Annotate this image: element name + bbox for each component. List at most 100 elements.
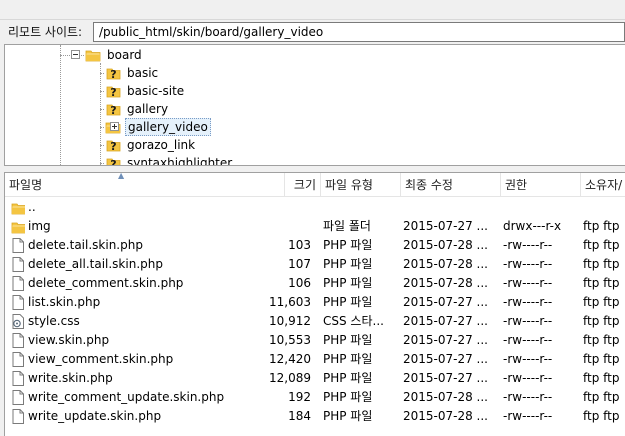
file-permissions-cell: -rw----r-- <box>503 352 553 366</box>
column-header-name[interactable]: 파일명 ▲ <box>5 173 285 197</box>
top-toolbar-strip <box>0 0 625 20</box>
tree-item-label: gallery_video <box>125 118 211 136</box>
file-icon <box>11 409 25 424</box>
file-permissions-cell: -rw----r-- <box>503 333 553 347</box>
file-owner-cell: ftp ftp <box>583 333 620 347</box>
file-row[interactable]: view_comment.skin.php 12,420 PHP 파일 2015-07… <box>5 350 625 369</box>
folder-icon <box>85 47 101 63</box>
remote-site-label: 리모트 사이트: <box>8 25 83 39</box>
file-row[interactable]: delete_comment.skin.php 106 PHP 파일 2015-07-… <box>5 274 625 293</box>
tree-item-label: basic <box>127 66 159 80</box>
file-modified-cell: 2015-07-27 ... <box>403 295 488 309</box>
column-header-modified[interactable]: 최종 수정 <box>401 173 501 197</box>
tree-connector-line <box>100 163 104 164</box>
svg-text:?: ? <box>110 86 116 99</box>
file-permissions-cell: -rw----r-- <box>503 276 553 290</box>
file-name-cell: write.skin.php <box>28 371 113 385</box>
tree-item-label: board <box>107 48 142 62</box>
column-header-type[interactable]: 파일 유형 <box>321 173 401 197</box>
file-row[interactable]: list.skin.php 11,603 PHP 파일 2015-07-27 ... -… <box>5 293 625 312</box>
remote-directory-tree[interactable]: board? basic? basic-site? gallery gallery_vi… <box>4 44 625 166</box>
file-size-cell: 103 <box>288 238 311 252</box>
unknown-folder-icon: ? <box>105 83 121 99</box>
file-type-cell: PHP 파일 <box>323 390 373 404</box>
file-owner-cell: ftp ftp <box>583 276 620 290</box>
file-icon <box>11 276 25 291</box>
file-name-cell: write_comment_update.skin.php <box>28 390 225 404</box>
file-row[interactable]: write.skin.php 12,089 PHP 파일 2015-07-27 ...… <box>5 369 625 388</box>
column-header-size[interactable]: 크기 <box>285 173 321 197</box>
file-owner-cell: ftp ftp <box>583 219 620 233</box>
tree-connector-line <box>100 91 104 92</box>
file-owner-cell: ftp ftp <box>583 409 620 423</box>
file-icon <box>11 371 25 386</box>
file-name-cell: delete_all.tail.skin.php <box>28 257 163 271</box>
file-name-cell: delete.tail.skin.php <box>28 238 143 252</box>
column-permissions-label: 권한 <box>505 178 528 192</box>
file-row[interactable]: delete.tail.skin.php 103 PHP 파일 2015-07-28 … <box>5 236 625 255</box>
file-size-cell: 12,089 <box>269 371 311 385</box>
file-type-cell: 파일 폴더 <box>323 219 371 233</box>
column-header-permissions[interactable]: 권한 <box>501 173 581 197</box>
remote-path-input[interactable]: /public_html/skin/board/gallery_video <box>93 22 625 42</box>
tree-connector-line <box>100 145 104 146</box>
file-permissions-cell: -rw----r-- <box>503 390 553 404</box>
tree-item-label: basic-site <box>127 84 185 98</box>
file-row[interactable]: style.css 10,912 CSS 스타... 2015-07-27 ... -r… <box>5 312 625 331</box>
column-modified-label: 최종 수정 <box>405 178 453 192</box>
file-modified-cell: 2015-07-27 ... <box>403 333 488 347</box>
tree-item-label: gorazo_link <box>127 138 196 152</box>
file-row[interactable]: delete_all.tail.skin.php 107 PHP 파일 2015-07… <box>5 255 625 274</box>
file-row[interactable]: img 파일 폴더 2015-07-27 ... drwx---r-x ftp ftp <box>5 217 625 236</box>
file-owner-cell <box>583 198 625 217</box>
file-size-cell: 107 <box>288 257 311 271</box>
file-permissions-cell: -rw----r-- <box>503 314 553 328</box>
column-header-owner[interactable]: 소유자/ <box>581 173 625 197</box>
file-type-cell: PHP 파일 <box>323 295 373 309</box>
file-type-cell: PHP 파일 <box>323 238 373 252</box>
tree-item-label: gallery <box>127 102 169 116</box>
file-list-header: 파일명 ▲ 크기 파일 유형 최종 수정 권한 소유자/ <box>5 173 625 197</box>
file-type-cell: PHP 파일 <box>323 333 373 347</box>
file-row[interactable]: write_update.skin.php 184 PHP 파일 2015-07-28… <box>5 407 625 426</box>
file-icon <box>11 333 25 348</box>
folder-icon <box>11 200 25 215</box>
file-type-cell: PHP 파일 <box>323 409 373 423</box>
tree-connector-line <box>60 45 61 165</box>
file-owner-cell: ftp ftp <box>583 371 620 385</box>
file-icon <box>11 352 25 367</box>
file-owner-cell: ftp ftp <box>583 352 620 366</box>
file-name-cell: .. <box>28 200 36 214</box>
collapse-minus-icon[interactable] <box>71 50 80 59</box>
file-row[interactable]: write_comment_update.skin.php 192 PHP 파일 20… <box>5 388 625 407</box>
tree-connector-line <box>100 73 104 74</box>
file-size-cell: 10,553 <box>269 333 311 347</box>
file-size-cell <box>265 198 311 217</box>
file-owner-cell: ftp ftp <box>583 390 620 404</box>
file-icon <box>11 295 25 310</box>
file-type-cell <box>323 198 397 217</box>
file-size-cell: 106 <box>288 276 311 290</box>
expand-plus-icon[interactable] <box>110 122 119 131</box>
file-name-cell: list.skin.php <box>28 295 101 309</box>
file-owner-cell: ftp ftp <box>583 314 620 328</box>
file-icon <box>11 257 25 272</box>
file-modified-cell: 2015-07-28 ... <box>403 276 488 290</box>
tree-connector-line <box>100 63 101 165</box>
file-row[interactable]: view.skin.php 10,553 PHP 파일 2015-07-27 ... -… <box>5 331 625 350</box>
file-size-cell: 192 <box>288 390 311 404</box>
file-permissions-cell: -rw----r-- <box>503 371 553 385</box>
file-name-cell: delete_comment.skin.php <box>28 276 184 290</box>
unknown-folder-icon: ? <box>105 137 121 153</box>
file-modified-cell: 2015-07-27 ... <box>403 352 488 366</box>
file-permissions-cell <box>503 198 579 217</box>
file-size-cell: 10,912 <box>269 314 311 328</box>
column-owner-label: 소유자/ <box>585 178 623 192</box>
file-type-cell: CSS 스타... <box>323 314 384 328</box>
file-permissions-cell: -rw----r-- <box>503 238 553 252</box>
file-modified-cell: 2015-07-27 ... <box>403 314 488 328</box>
remote-file-list[interactable]: 파일명 ▲ 크기 파일 유형 최종 수정 권한 소유자/ .. img 파일 폴더 2… <box>4 172 625 436</box>
file-modified-cell: 2015-07-27 ... <box>403 219 488 233</box>
file-modified-cell: 2015-07-28 ... <box>403 390 488 404</box>
file-row[interactable]: .. <box>5 198 625 217</box>
